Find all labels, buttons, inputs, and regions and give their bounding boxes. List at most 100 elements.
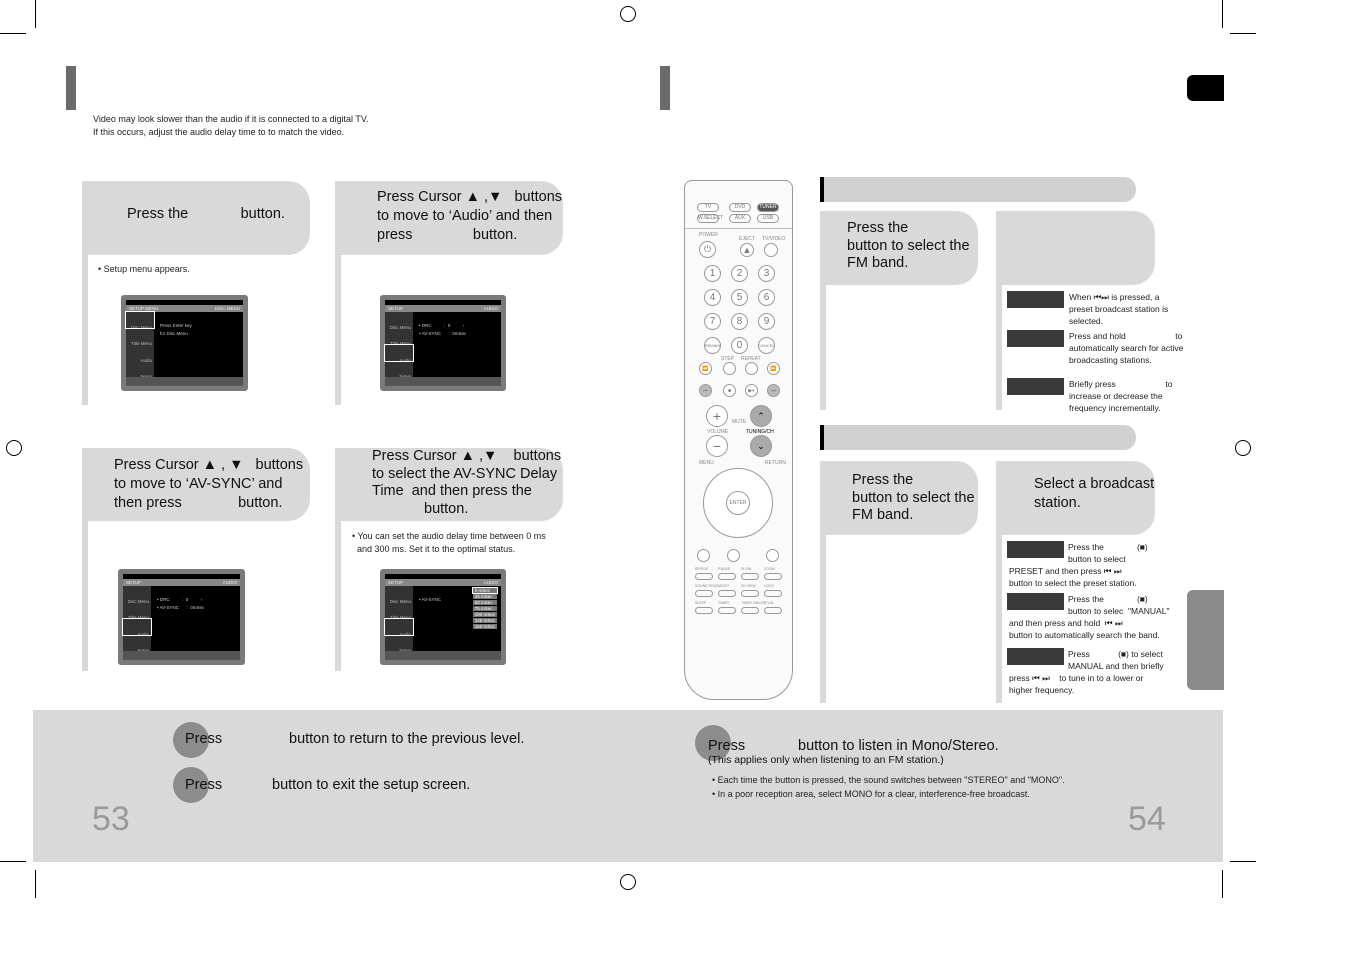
volume-down-button[interactable]: − [706,435,728,457]
next-button-icon[interactable]: ⏭ [767,384,780,397]
remote-button[interactable] [764,573,782,580]
remote-button[interactable] [718,607,736,614]
menu-screenshot: SETUPAUDIODisc MenuTitle MenuAudioSetup•… [380,569,506,665]
tip-press: Press [708,738,746,754]
delay-option: 50 mSec [472,600,497,605]
intro-text: If this occurs, adjust the audio delay t… [93,127,345,137]
menu-item: Audio [122,617,152,637]
remote-button[interactable] [695,607,713,614]
tip-exit: button to exit the setup screen. [272,777,471,793]
step-4-note: • You can set the audio delay time betwe… [352,531,546,554]
section-tab [1187,590,1224,690]
tip-bullet: • In a poor reception area, select MONO … [712,789,1030,799]
subsection-header [820,425,1136,450]
delay-option: 75 mSec [472,606,497,611]
function-button[interactable] [697,549,710,562]
number-button[interactable]: 3 [758,265,775,282]
menu-item: Disc Menu [389,325,411,330]
menu-item: Disc Menu [125,310,155,330]
remote-button[interactable] [718,573,736,580]
tip-bullet: • Each time the button is pressed, the s… [712,775,1065,785]
tip-return: button to return to the previous level. [289,731,525,747]
remote-button[interactable] [741,590,759,597]
transport-button[interactable]: ⏩ [767,362,780,375]
remote-button[interactable] [741,607,759,614]
tuning-note: Press and hold to automatically search fo… [1069,331,1184,365]
remote-button[interactable] [718,590,736,597]
page-number: 53 [92,800,130,838]
remote-button[interactable] [695,573,713,580]
display-indicator [1007,378,1064,395]
transport-button[interactable]: ⏪ [699,362,712,375]
number-button[interactable]: 7 [704,313,721,330]
registration-mark [1235,440,1251,456]
stop-button-icon[interactable]: ■ [723,384,736,397]
function-button[interactable] [766,549,779,562]
tv-video-button[interactable] [764,243,778,257]
delay-option: 25 mSec [472,594,497,599]
step-1-note: • Setup menu appears. [98,264,190,274]
source-button[interactable]: USB [757,214,779,223]
menu-item: Setup [123,635,151,653]
crop-mark [0,861,26,862]
registration-mark [6,440,22,456]
number-button[interactable]: 4 [704,289,721,306]
play-pause-button-icon[interactable]: ▶⏸ [745,384,758,397]
menu-item: Disc Menu [389,599,411,604]
step-1: Press the button. [82,181,310,255]
menu-item: Setup [126,361,154,379]
delay-option: 125 mSec [472,618,497,623]
menu-screenshot: SETUPAUDIODisc MenuTitle MenuAudioSetup•… [380,295,506,391]
transport-button[interactable] [745,362,758,375]
source-button[interactable]: TUNER [757,203,779,212]
eject-button[interactable]: ▲ [740,243,754,257]
menu-item: Audio [384,343,414,363]
remote-button[interactable] [741,573,759,580]
menu-item: Audio [384,617,414,637]
intro-text: Video may look slower than the audio if … [93,114,369,124]
step-fm-band-2: Press the button to select the FM band. [820,461,978,535]
transport-button[interactable] [723,362,736,375]
source-button[interactable]: DVD [729,203,751,212]
tuning-note: Press the (■) button to selec "MANUAL" and… [1009,594,1170,640]
source-button[interactable]: W.SELECT [697,214,723,223]
enter-button[interactable]: ENTER [726,491,750,515]
tuning-note: Press the (■) button to select PRESET and … [1009,542,1148,588]
display-indicator [1007,291,1064,308]
tuning-down-button[interactable]: ⌄ [750,435,772,457]
page-number: 54 [1128,800,1166,838]
number-button[interactable]: 8 [731,313,748,330]
volume-up-button[interactable]: + [706,405,728,427]
number-button[interactable]: CANCEL [758,337,775,354]
number-button[interactable]: 5 [731,289,748,306]
number-button[interactable]: 9 [758,313,775,330]
crop-mark [1230,33,1256,34]
menu-screenshot: SETUP MENU DISC MENU Disc Menu Title Menu Au… [121,295,248,391]
subsection-header [820,177,1136,202]
registration-mark [620,874,636,890]
function-button[interactable] [727,549,740,562]
menu-item: Setup [385,635,413,653]
number-button[interactable]: REMAIN [704,337,721,354]
delay-option: 0 mSec [471,587,499,594]
prev-button-icon[interactable]: ⏮ [699,384,712,397]
power-button[interactable]: ⏻ [699,241,716,258]
remote-button[interactable] [764,607,782,614]
tuning-up-button[interactable]: ⌃ [750,405,772,427]
section-header-bar [660,66,670,110]
menu-item: Title Menu [131,341,152,347]
tuning-note: Briefly press to increase or decrease the… [1069,379,1173,413]
step-select-station: Select a broadcast station. [996,461,1155,535]
crop-mark [1230,861,1256,862]
number-button[interactable]: 1 [704,265,721,282]
source-button[interactable]: TV [697,203,719,212]
number-button[interactable]: 2 [731,265,748,282]
number-button[interactable]: 0 [731,337,748,354]
number-button[interactable]: 6 [758,289,775,306]
remote-button[interactable] [764,590,782,597]
menu-item: Audio [140,357,152,363]
source-button[interactable]: AUX [729,214,751,223]
tuning-note: When ⏮⏭ is pressed, a preset broadcast st… [1069,292,1169,326]
remote-button[interactable] [695,590,713,597]
crop-mark [0,33,26,34]
